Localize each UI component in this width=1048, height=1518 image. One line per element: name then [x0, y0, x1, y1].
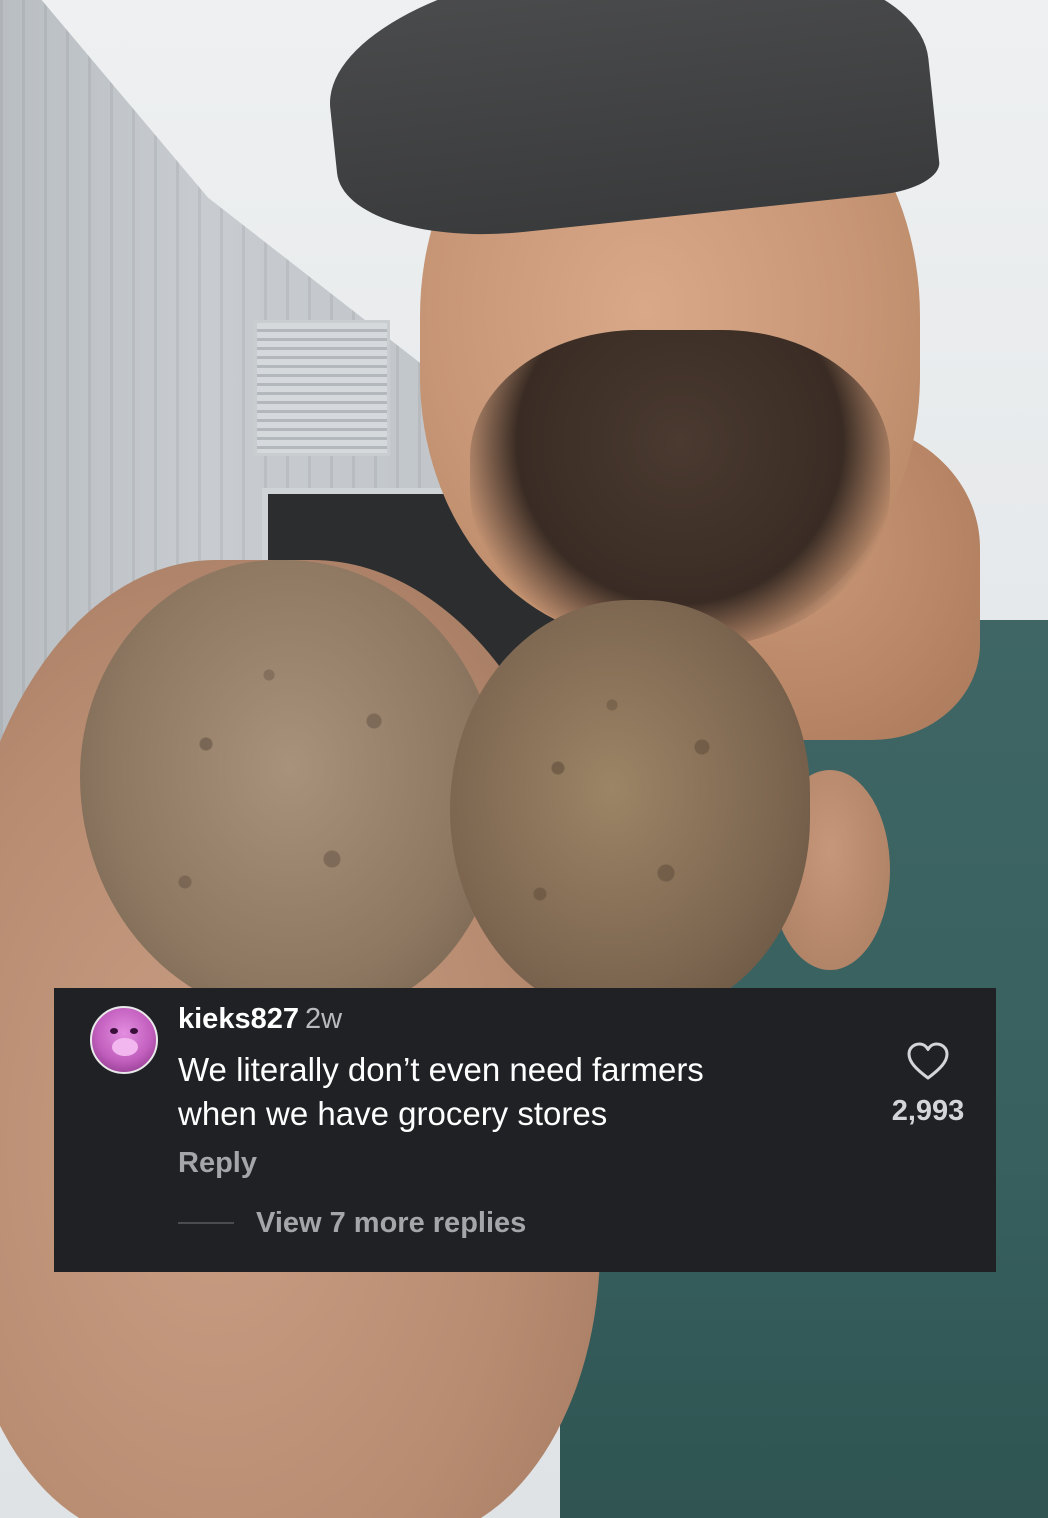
comment-card: kieks827 2w We literally don’t even need … [54, 988, 996, 1272]
video-frame: kieks827 2w We literally don’t even need … [0, 0, 1048, 1518]
comment-timestamp: 2w [304, 1003, 343, 1035]
heart-icon[interactable] [906, 1042, 950, 1082]
comment-text-line: We literally don’t even need farmers [178, 1051, 704, 1088]
view-replies-button[interactable]: View 7 more replies [178, 1206, 526, 1240]
like-control: 2,993 [868, 1042, 988, 1128]
avatar[interactable] [90, 1006, 158, 1074]
comment-header: kieks827 2w [178, 1002, 342, 1036]
building-vent [254, 320, 390, 456]
comment-username[interactable]: kieks827 [178, 1003, 299, 1035]
comment-text-line: when we have grocery stores [178, 1095, 608, 1132]
replies-divider [178, 1222, 234, 1224]
potato [450, 600, 810, 1020]
reply-button[interactable]: Reply [178, 1146, 257, 1180]
view-replies-label: View 7 more replies [256, 1207, 527, 1239]
comment-text: We literally don’t even need farmers whe… [178, 1048, 858, 1136]
like-count: 2,993 [891, 1095, 965, 1127]
